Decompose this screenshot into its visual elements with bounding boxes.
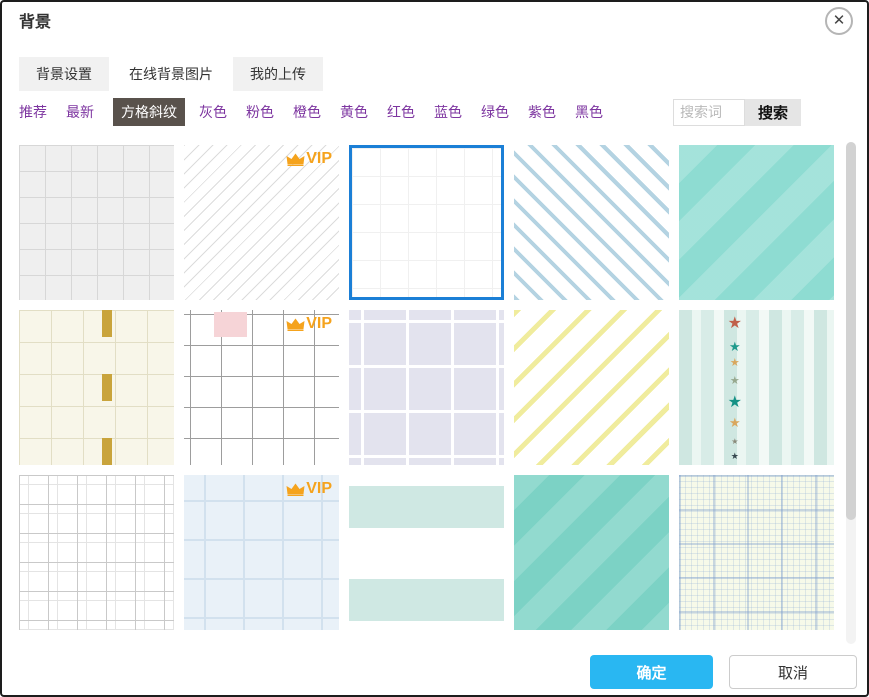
confirm-button[interactable]: 确定	[590, 655, 713, 689]
dialog-footer: 确定 取消	[590, 655, 857, 689]
search-button[interactable]: 搜索	[745, 99, 801, 126]
tab-2[interactable]: 我的上传	[233, 57, 323, 91]
scrollbar-track[interactable]	[846, 142, 856, 644]
filter-link-9[interactable]: 绿色	[481, 102, 509, 122]
background-thumbnail-4[interactable]	[679, 145, 834, 300]
background-thumbnail-2[interactable]	[349, 145, 504, 300]
star-icon: ★	[729, 340, 741, 353]
star-icon: ★	[731, 438, 738, 446]
star-icon: ★	[730, 376, 740, 387]
star-icon: ★	[728, 395, 742, 411]
background-thumbnail-10[interactable]	[19, 475, 174, 630]
background-thumbnail-13[interactable]	[514, 475, 669, 630]
tab-1[interactable]: 在线背景图片	[112, 57, 230, 91]
search-box: 搜索	[673, 99, 801, 126]
star-icon: ★	[730, 358, 740, 369]
filter-link-8[interactable]: 蓝色	[434, 102, 462, 122]
filter-link-0[interactable]: 推荐	[19, 102, 47, 122]
dialog-title: 背景	[19, 8, 51, 32]
star-icon: ★	[731, 452, 739, 461]
crown-icon	[286, 318, 305, 331]
background-thumbnail-7[interactable]	[349, 310, 504, 465]
background-thumbnail-11[interactable]: VIP	[184, 475, 339, 630]
filter-link-10[interactable]: 紫色	[528, 102, 556, 122]
scrollbar-thumb[interactable]	[846, 142, 856, 520]
vip-badge: VIP	[286, 150, 332, 168]
background-thumbnail-6[interactable]: VIP	[184, 310, 339, 465]
background-thumbnail-9[interactable]: ★ ★ ★ ★ ★ ★ ★ ★	[679, 310, 834, 465]
close-button[interactable]: ✕	[825, 7, 853, 35]
filter-link-11[interactable]: 黑色	[575, 102, 603, 122]
vip-badge: VIP	[286, 480, 332, 498]
tab-bar: 背景设置在线背景图片我的上传	[19, 57, 323, 91]
filter-link-5[interactable]: 橙色	[293, 102, 321, 122]
tab-0[interactable]: 背景设置	[19, 57, 109, 91]
filter-link-4[interactable]: 粉色	[246, 102, 274, 122]
background-thumbnail-8[interactable]	[514, 310, 669, 465]
filter-link-2[interactable]: 方格斜纹	[113, 98, 185, 126]
thumbnail-grid: VIP VIP ★ ★ ★ ★ ★ ★ ★ ★ VIP	[19, 145, 834, 630]
background-thumbnail-5[interactable]	[19, 310, 174, 465]
vip-badge: VIP	[286, 315, 332, 333]
cancel-button[interactable]: 取消	[729, 655, 857, 689]
vip-label: VIP	[306, 150, 332, 168]
filter-link-3[interactable]: 灰色	[199, 102, 227, 122]
star-icon: ★	[728, 316, 742, 332]
crown-icon	[286, 483, 305, 496]
background-thumbnail-14[interactable]	[679, 475, 834, 630]
background-thumbnail-12[interactable]	[349, 475, 504, 630]
vip-label: VIP	[306, 480, 332, 498]
filter-link-1[interactable]: 最新	[66, 102, 94, 122]
background-thumbnail-3[interactable]	[514, 145, 669, 300]
crown-icon	[286, 153, 305, 166]
vip-label: VIP	[306, 315, 332, 333]
background-thumbnail-1[interactable]: VIP	[184, 145, 339, 300]
background-thumbnail-0[interactable]	[19, 145, 174, 300]
filter-link-6[interactable]: 黄色	[340, 102, 368, 122]
filter-bar: 推荐最新方格斜纹灰色粉色橙色黄色红色蓝色绿色紫色黑色 搜索	[19, 98, 801, 126]
close-icon: ✕	[833, 13, 846, 28]
background-dialog: 背景 ✕ 背景设置在线背景图片我的上传 推荐最新方格斜纹灰色粉色橙色黄色红色蓝色…	[0, 0, 869, 697]
search-input[interactable]	[673, 99, 745, 126]
filter-link-7[interactable]: 红色	[387, 102, 415, 122]
star-icon: ★	[729, 416, 741, 429]
